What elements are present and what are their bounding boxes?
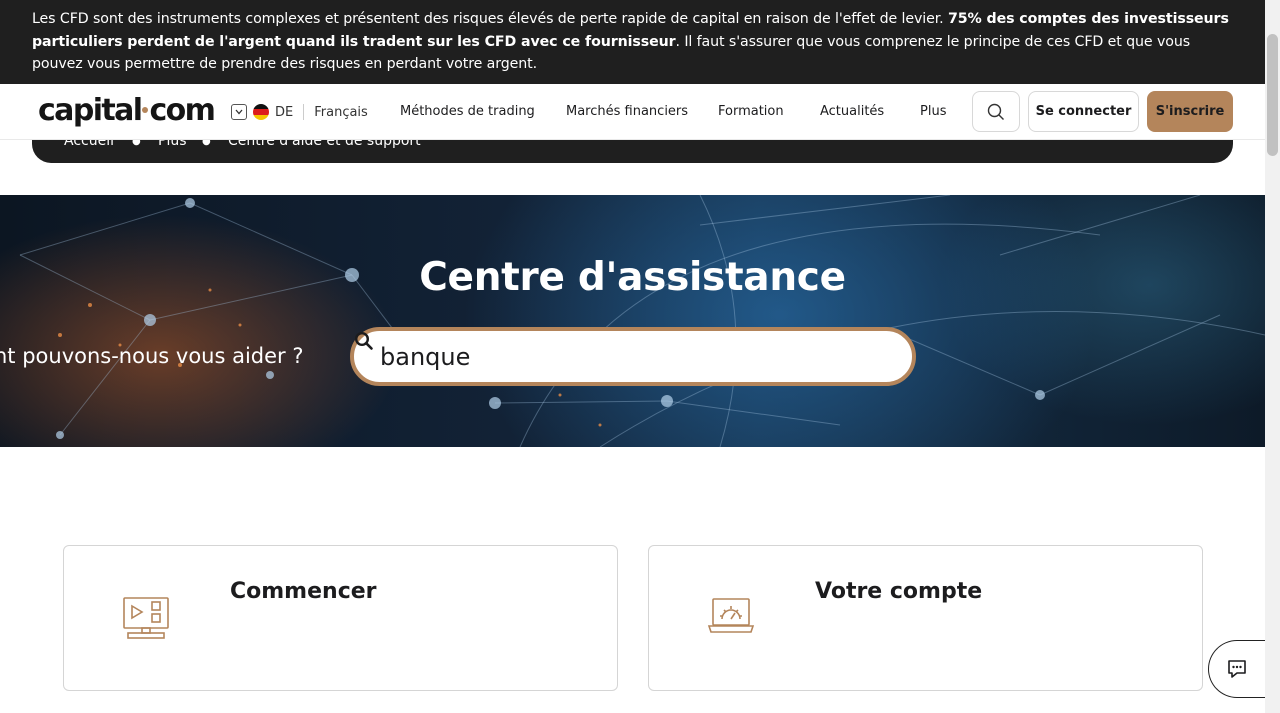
chat-bubble-icon bbox=[1228, 660, 1246, 678]
nav-more[interactable]: Plus bbox=[920, 104, 946, 119]
risk-text: Les CFD sont des instruments complexes e… bbox=[32, 11, 949, 27]
chat-button[interactable] bbox=[1208, 640, 1268, 698]
help-search-input[interactable] bbox=[380, 342, 840, 371]
nav-education[interactable]: Formation bbox=[718, 104, 784, 119]
nav-financial-markets[interactable]: Marchés financiers bbox=[566, 104, 688, 119]
region-selector[interactable]: DE Français bbox=[231, 104, 368, 120]
card-getting-started[interactable]: Commencer bbox=[63, 545, 618, 691]
page-scrollbar[interactable] bbox=[1265, 0, 1280, 713]
login-button[interactable]: Se connecter bbox=[1028, 91, 1139, 132]
card-title: Commencer bbox=[230, 579, 377, 604]
search-icon bbox=[354, 331, 373, 350]
card-your-account[interactable]: Votre compte bbox=[648, 545, 1203, 691]
header-search-button[interactable] bbox=[972, 91, 1020, 132]
capital-logo[interactable]: capital com bbox=[38, 93, 216, 128]
logo-dot bbox=[142, 106, 149, 113]
nav-trading-methods[interactable]: Méthodes de trading bbox=[400, 104, 535, 119]
scrollbar-thumb[interactable] bbox=[1267, 34, 1278, 156]
search-icon bbox=[987, 103, 1004, 120]
signup-button[interactable]: S'inscrire bbox=[1147, 91, 1233, 132]
germany-flag-icon bbox=[253, 104, 269, 120]
video-screen-icon bbox=[123, 597, 169, 639]
logo-left-text: capital bbox=[38, 93, 143, 128]
card-title: Votre compte bbox=[815, 579, 983, 604]
hero-banner: Centre d'assistance nt pouvons-nous vous… bbox=[0, 195, 1265, 447]
help-search-box[interactable] bbox=[350, 327, 916, 386]
logo-right-text: com bbox=[149, 93, 215, 128]
laptop-gear-icon bbox=[707, 598, 755, 633]
page-title: Centre d'assistance bbox=[419, 255, 846, 300]
chevron-down-icon bbox=[231, 104, 247, 120]
nav-news[interactable]: Actualités bbox=[820, 104, 884, 119]
divider bbox=[303, 104, 305, 120]
language-label[interactable]: Français bbox=[314, 105, 368, 120]
help-prompt: nt pouvons-nous vous aider ? bbox=[0, 344, 304, 368]
network-background bbox=[19, 195, 1265, 447]
risk-warning-banner: Les CFD sont des instruments complexes e… bbox=[0, 0, 1265, 84]
region-code: DE bbox=[275, 104, 294, 120]
